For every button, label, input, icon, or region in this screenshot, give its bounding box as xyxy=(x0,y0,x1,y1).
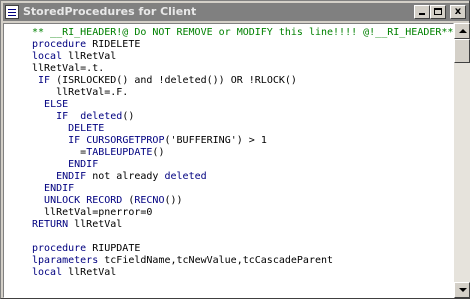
code-keyword: ENDIF xyxy=(56,171,87,182)
scroll-thumb[interactable] xyxy=(454,39,470,63)
code-keyword: UNLOCK RECORD xyxy=(44,195,123,206)
code-token: llRetVal=pnerror=0 xyxy=(32,207,153,218)
code-line[interactable]: RETURN llRetVal xyxy=(32,219,453,231)
code-line[interactable]: llRetVal=.F. xyxy=(32,87,453,99)
code-token: () xyxy=(152,147,165,158)
code-line[interactable]: IF (ISRLOCKED() and !deleted()) OR !RLOC… xyxy=(32,75,453,87)
code-line[interactable]: ELSE xyxy=(32,99,453,111)
vertical-scrollbar[interactable] xyxy=(454,23,470,298)
code-token: llRetVal=.t. xyxy=(32,63,105,74)
code-line[interactable]: IF CURSORGETPROP('BUFFERING') > 1 xyxy=(32,135,453,147)
code-keyword: procedure xyxy=(32,39,87,50)
code-keyword: CURSORGETPROP xyxy=(86,135,165,146)
scroll-up-button[interactable] xyxy=(454,23,470,39)
code-text[interactable]: ** __RI_HEADER!@ Do NOT REMOVE or MODIFY… xyxy=(32,27,453,279)
code-line[interactable]: DELETE xyxy=(32,123,453,135)
code-keyword: ENDIF xyxy=(68,159,99,170)
arrow-up-icon xyxy=(459,29,467,33)
code-keyword: lparameters xyxy=(32,255,99,266)
code-editor[interactable]: ** __RI_HEADER!@ Do NOT REMOVE or MODIFY… xyxy=(3,23,454,298)
code-line[interactable]: ENDIF xyxy=(32,159,453,171)
code-keyword: TABLEUPDATE xyxy=(86,147,153,158)
code-line[interactable]: llRetVal=.t. xyxy=(32,63,453,75)
code-token: RIUPDATE xyxy=(86,243,141,254)
code-line[interactable]: ENDIF not already deleted xyxy=(32,171,453,183)
code-keyword: local xyxy=(32,267,63,278)
code-line[interactable]: llRetVal=pnerror=0 xyxy=(32,207,453,219)
code-token: () xyxy=(122,111,135,122)
code-token: tcFieldName,tcNewValue,tcCascadeParent xyxy=(98,255,334,266)
code-line[interactable]: procedure RIDELETE xyxy=(32,39,453,51)
code-keyword: deleted xyxy=(164,171,207,182)
code-token: llRetVal xyxy=(62,51,117,62)
window-title: StoredProcedures for Client xyxy=(23,5,197,18)
code-token: RIDELETE xyxy=(86,39,141,50)
maximize-icon xyxy=(434,8,442,15)
code-line[interactable]: ENDIF xyxy=(32,183,453,195)
scroll-down-button[interactable] xyxy=(454,282,470,298)
code-keyword: procedure xyxy=(32,243,87,254)
title-bar[interactable]: StoredProcedures for Client x xyxy=(3,3,469,21)
code-keyword: deleted xyxy=(80,111,123,122)
code-line[interactable]: local llRetVal xyxy=(32,267,453,279)
minimize-icon xyxy=(419,13,425,15)
code-keyword: IF xyxy=(56,111,69,122)
minimize-button[interactable] xyxy=(414,5,430,19)
code-token: llRetVal xyxy=(62,267,117,278)
arrow-down-icon xyxy=(459,288,467,292)
code-line[interactable]: procedure RIUPDATE xyxy=(32,243,453,255)
code-line[interactable]: local llRetVal xyxy=(32,51,453,63)
code-keyword: IF xyxy=(38,75,51,86)
code-token: ()) xyxy=(164,195,183,206)
code-token: ('BUFFERING') > 1 xyxy=(164,135,267,146)
code-token: = xyxy=(32,147,87,158)
code-line[interactable] xyxy=(32,231,453,243)
code-keyword: RETURN xyxy=(32,219,69,230)
code-line[interactable]: IF deleted() xyxy=(32,111,453,123)
code-comment: ** __RI_HEADER!@ Do NOT REMOVE or MODIFY… xyxy=(32,27,454,38)
code-line[interactable]: lparameters tcFieldName,tcNewValue,tcCas… xyxy=(32,255,453,267)
code-window: StoredProcedures for Client x ** __RI_HE… xyxy=(0,0,470,299)
code-token: llRetVal xyxy=(68,219,123,230)
document-icon[interactable] xyxy=(5,5,19,19)
code-keyword: IF xyxy=(68,135,81,146)
code-token: ( xyxy=(122,195,135,206)
code-keyword: ENDIF xyxy=(44,183,75,194)
code-token: (ISRLOCKED() and !deleted()) OR !RLOCK() xyxy=(50,75,297,86)
code-keyword: DELETE xyxy=(68,123,105,134)
code-line[interactable]: ** __RI_HEADER!@ Do NOT REMOVE or MODIFY… xyxy=(32,27,453,39)
code-token: not already xyxy=(86,171,165,182)
code-line[interactable]: =TABLEUPDATE() xyxy=(32,147,453,159)
close-icon: x xyxy=(454,6,462,17)
code-keyword: ELSE xyxy=(44,99,69,110)
code-keyword: RECNO xyxy=(134,195,165,206)
maximize-button[interactable] xyxy=(430,5,446,19)
code-token: llRetVal=.F. xyxy=(32,87,129,98)
code-keyword: local xyxy=(32,51,63,62)
code-line[interactable]: UNLOCK RECORD (RECNO()) xyxy=(32,195,453,207)
close-button[interactable]: x xyxy=(450,5,466,19)
